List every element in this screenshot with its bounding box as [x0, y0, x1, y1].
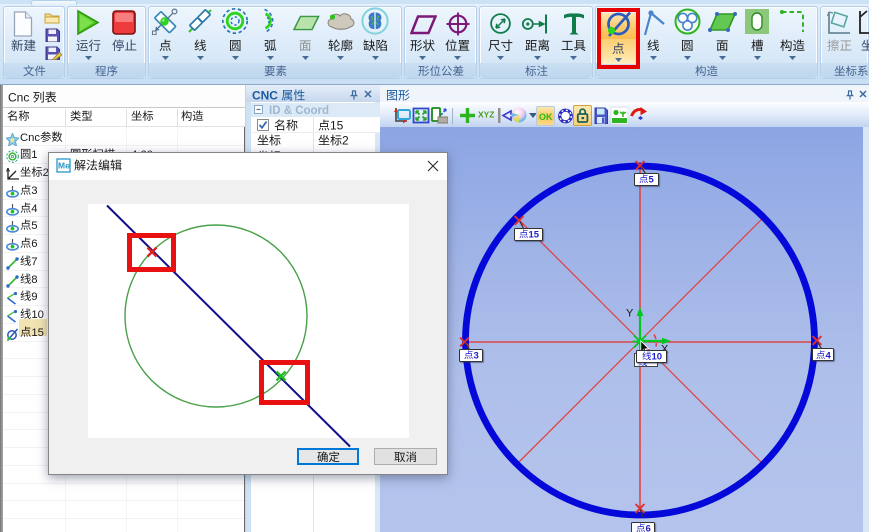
svg-text:3: 3 — [473, 351, 478, 362]
svg-text:Cnc: Cnc — [20, 132, 40, 144]
svg-text:5: 5 — [31, 220, 37, 232]
svg-text:2: 2 — [342, 134, 349, 148]
svg-text:15: 15 — [31, 327, 44, 339]
svg-text:10: 10 — [651, 352, 662, 363]
svg-text:XYZ: XYZ — [478, 109, 494, 119]
svg-text:5: 5 — [649, 175, 655, 186]
svg-text:7: 7 — [31, 256, 37, 268]
svg-text:CNC: CNC — [252, 88, 278, 102]
svg-text:8: 8 — [31, 274, 37, 286]
svg-text:15: 15 — [330, 118, 344, 132]
svg-text:4: 4 — [31, 203, 37, 215]
svg-text:9: 9 — [31, 291, 37, 303]
svg-text:1: 1 — [31, 149, 37, 161]
svg-text:Y: Y — [626, 307, 634, 319]
svg-text:OK: OK — [539, 111, 553, 121]
svg-text:4: 4 — [825, 350, 831, 361]
svg-text:3: 3 — [31, 185, 37, 197]
svg-text:ID & Coord: ID & Coord — [269, 105, 329, 117]
svg-text:15: 15 — [528, 230, 539, 241]
svg-text:6: 6 — [31, 238, 37, 250]
svg-text:Cnc: Cnc — [8, 91, 29, 105]
svg-text:6: 6 — [645, 524, 650, 532]
svg-text:10: 10 — [31, 309, 44, 321]
